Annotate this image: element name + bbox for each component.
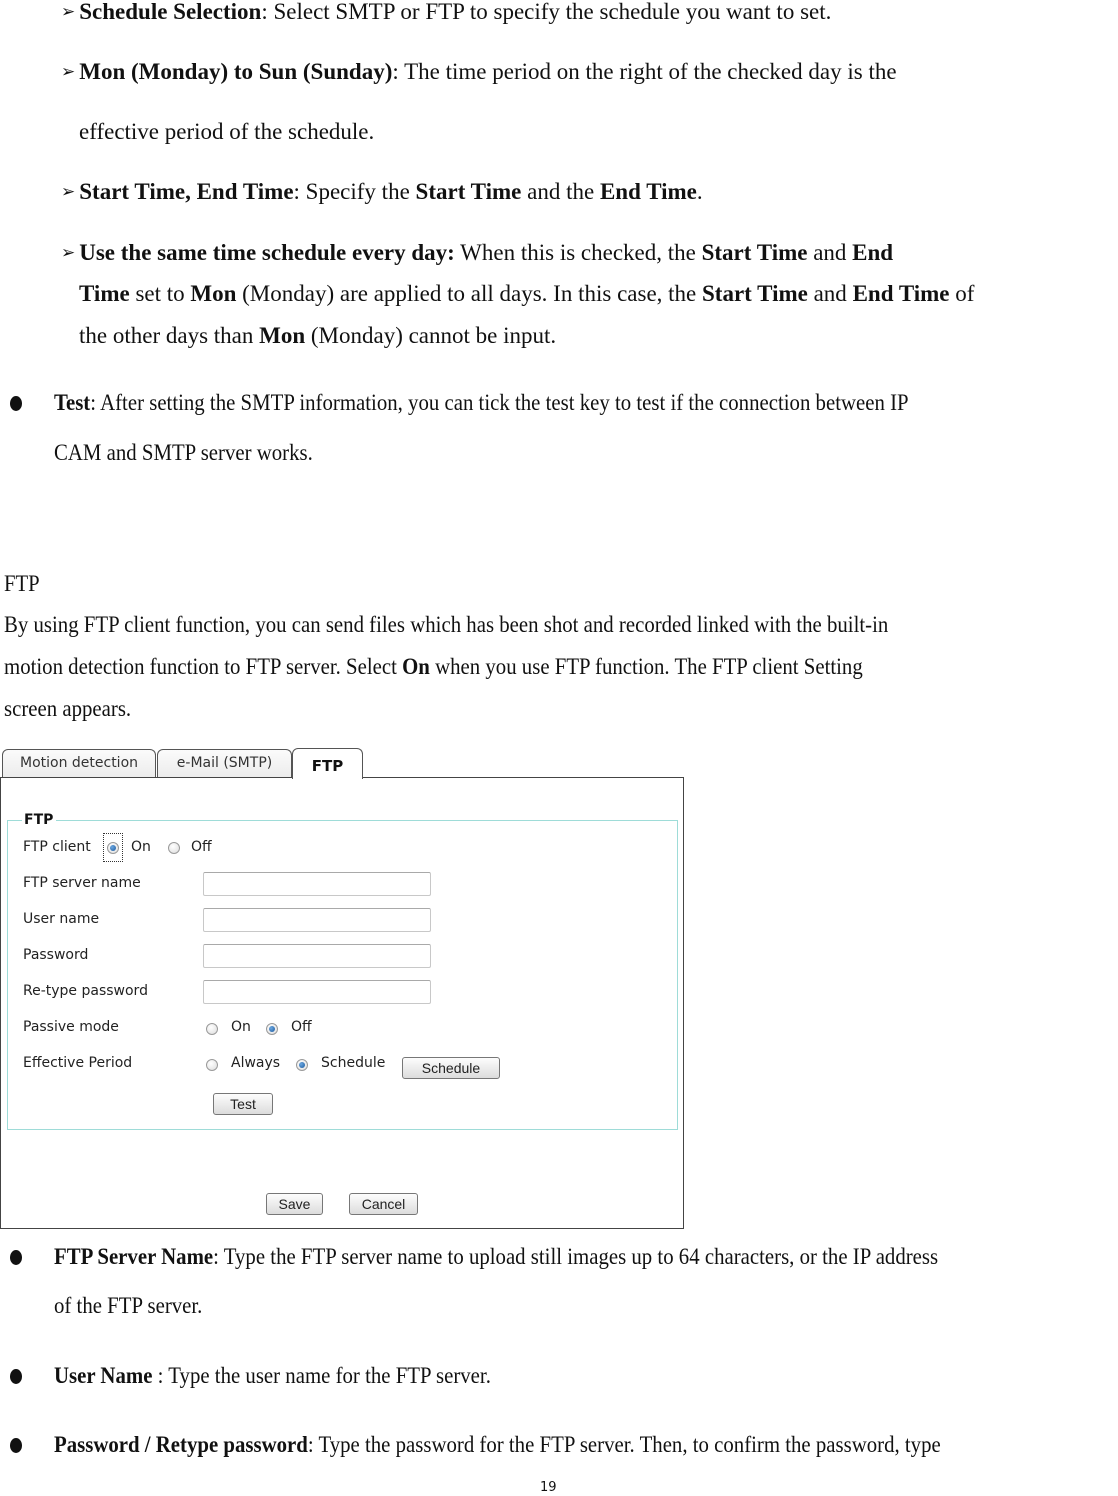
- arrow-bullet-icon: ➢: [61, 2, 76, 22]
- page-number: 19: [540, 1480, 557, 1495]
- server-name-input[interactable]: [203, 872, 431, 896]
- tab-motion-detection[interactable]: Motion detection: [2, 749, 156, 777]
- bullet-password: Password / Retype password: Type the pas…: [54, 1432, 941, 1457]
- effective-period-label: Effective Period: [23, 1055, 133, 1071]
- passive-mode-label: Passive mode: [23, 1019, 119, 1035]
- passive-mode-off-label: Off: [291, 1019, 312, 1035]
- ftp-settings-screenshot: Motion detection e-Mail (SMTP) FTP FTP F…: [0, 746, 686, 1230]
- bullet-icon: [10, 1369, 22, 1384]
- password-input[interactable]: [203, 944, 431, 968]
- ftp-intro-line1: By using FTP client function, you can se…: [4, 612, 889, 637]
- sub-item-same-schedule-line2: Time set to Mon (Monday) are applied to …: [79, 281, 975, 306]
- sub-item-start-end-time: ➢ Start Time, End Time: Specify the Start…: [61, 179, 703, 204]
- user-name-label: User name: [23, 911, 100, 927]
- arrow-bullet-icon: ➢: [61, 182, 76, 202]
- retype-password-input[interactable]: [203, 980, 431, 1004]
- arrow-bullet-icon: ➢: [61, 62, 76, 82]
- bullet-ftp-server-name-continuation: of the FTP server.: [54, 1293, 203, 1318]
- schedule-button[interactable]: Schedule: [402, 1057, 500, 1079]
- fieldset-legend: FTP: [22, 812, 57, 828]
- bullet-icon: [10, 396, 22, 411]
- bullet-icon: [10, 1250, 22, 1265]
- sub-item-same-schedule: ➢ Use the same time schedule every day: W…: [61, 240, 894, 265]
- user-name-input[interactable]: [203, 908, 431, 932]
- ftp-client-on-label: On: [131, 839, 151, 855]
- ftp-fieldset: FTP FTP client On Off FTP server name Us…: [7, 812, 678, 1130]
- password-label: Password: [23, 947, 89, 963]
- ftp-client-on-radio[interactable]: [107, 842, 119, 854]
- tab-ftp[interactable]: FTP: [292, 748, 363, 779]
- ftp-client-label: FTP client: [23, 839, 91, 855]
- passive-mode-off-radio[interactable]: [266, 1023, 278, 1035]
- sub-item-mon-to-sun-continuation: effective period of the schedule.: [79, 119, 375, 144]
- bullet-test-continuation: CAM and SMTP server works.: [54, 440, 313, 465]
- settings-frame: FTP FTP client On Off FTP server name Us…: [0, 777, 684, 1229]
- passive-mode-on-label: On: [231, 1019, 251, 1035]
- retype-password-label: Re-type password: [23, 983, 148, 999]
- effective-always-radio[interactable]: [206, 1059, 218, 1071]
- bullet-user-name: User Name : Type the user name for the F…: [54, 1363, 491, 1388]
- ftp-client-off-radio[interactable]: [168, 842, 180, 854]
- ftp-intro-line3: screen appears.: [4, 696, 132, 721]
- sub-item-mon-to-sun: ➢ Mon (Monday) to Sun (Sunday): The time …: [61, 59, 897, 84]
- bullet-icon: [10, 1438, 22, 1453]
- sub-item-same-schedule-line3: the other days than Mon (Monday) cannot …: [79, 323, 557, 348]
- effective-always-label: Always: [231, 1055, 281, 1071]
- arrow-bullet-icon: ➢: [61, 243, 76, 263]
- ftp-client-off-label: Off: [191, 839, 212, 855]
- test-button[interactable]: Test: [213, 1093, 273, 1115]
- ftp-intro-line2: motion detection function to FTP server.…: [4, 654, 863, 679]
- cancel-button[interactable]: Cancel: [349, 1193, 418, 1215]
- section-heading-ftp: FTP: [4, 571, 40, 596]
- bullet-ftp-server-name: FTP Server Name: Type the FTP server nam…: [54, 1244, 939, 1269]
- save-button[interactable]: Save: [266, 1193, 323, 1215]
- server-name-label: FTP server name: [23, 875, 141, 891]
- effective-schedule-label: Schedule: [321, 1055, 386, 1071]
- tab-email-smtp[interactable]: e-Mail (SMTP): [157, 749, 292, 777]
- bullet-test: Test: After setting the SMTP information…: [54, 390, 909, 415]
- sub-item-schedule-selection: ➢ Schedule Selection: Select SMTP or FTP …: [61, 0, 832, 24]
- passive-mode-on-radio[interactable]: [206, 1023, 218, 1035]
- effective-schedule-radio[interactable]: [296, 1059, 308, 1071]
